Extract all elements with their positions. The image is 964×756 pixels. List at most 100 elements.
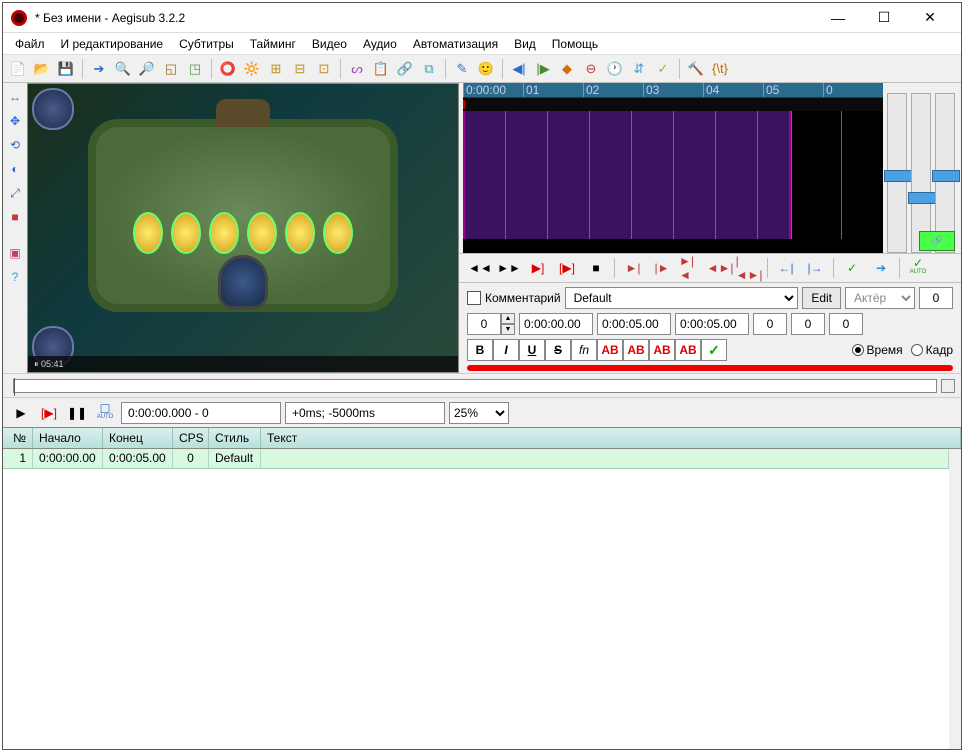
options-icon[interactable]: 🔨 bbox=[685, 58, 707, 80]
undo-icon[interactable]: ➔ bbox=[88, 58, 110, 80]
tags-cycle-icon[interactable]: {\t} bbox=[709, 58, 731, 80]
timing-post-icon[interactable]: ⊟ bbox=[289, 58, 311, 80]
translation-assistant-icon[interactable]: 📋 bbox=[370, 58, 392, 80]
menu-subtitles[interactable]: Субтитры bbox=[171, 35, 242, 53]
standard-tool-icon[interactable]: ↔ bbox=[5, 87, 25, 107]
video-jump-icon[interactable]: ⭕ bbox=[217, 58, 239, 80]
play-first-icon[interactable]: ►|◄ bbox=[678, 256, 704, 280]
zoom-select[interactable]: 25% bbox=[449, 402, 509, 424]
vertical-zoom-slider[interactable] bbox=[911, 93, 931, 253]
margin-left-field[interactable] bbox=[753, 313, 787, 335]
margin-vert-field[interactable] bbox=[829, 313, 863, 335]
help-tool-icon[interactable]: ? bbox=[5, 267, 25, 287]
find-icon[interactable]: 🔍 bbox=[112, 58, 134, 80]
new-file-icon[interactable]: 📄 bbox=[7, 58, 29, 80]
col-end[interactable]: Конец bbox=[103, 428, 173, 448]
export-icon[interactable]: ◱ bbox=[160, 58, 182, 80]
scale-tool-icon[interactable]: ⤢ bbox=[5, 183, 25, 203]
layer-up[interactable]: ▲ bbox=[501, 313, 515, 324]
col-number[interactable]: № bbox=[3, 428, 33, 448]
next-line-icon[interactable]: ➔ bbox=[868, 256, 894, 280]
end-time-field[interactable] bbox=[597, 313, 671, 335]
menu-timing[interactable]: Тайминг bbox=[242, 35, 304, 53]
menu-help[interactable]: Помощь bbox=[544, 35, 606, 53]
duration-field[interactable] bbox=[675, 313, 749, 335]
vector-clip-tool-icon[interactable]: ▣ bbox=[5, 243, 25, 263]
replace-icon[interactable]: 🔎 bbox=[136, 58, 158, 80]
drag-tool-icon[interactable]: ✥ bbox=[5, 111, 25, 131]
play-selection-icon[interactable]: ▶] bbox=[525, 256, 551, 280]
commit-text-button[interactable]: ✓ bbox=[701, 339, 727, 361]
commit-icon[interactable]: ✓ bbox=[839, 256, 865, 280]
select-lines-icon[interactable]: ✓ bbox=[652, 58, 674, 80]
play-line-video-button[interactable]: [▶] bbox=[37, 402, 61, 424]
play-next-icon[interactable]: ►► bbox=[496, 256, 522, 280]
menu-edit[interactable]: И редактирование bbox=[53, 35, 172, 53]
clip-tool-icon[interactable]: ■ bbox=[5, 207, 25, 227]
stop-icon[interactable]: ■ bbox=[583, 256, 609, 280]
resample-icon[interactable]: 🔗 bbox=[394, 58, 416, 80]
edit-style-button[interactable]: Edit bbox=[802, 287, 841, 309]
outline-color-button[interactable]: AB bbox=[649, 339, 675, 361]
play-prev-icon[interactable]: ◄◄ bbox=[467, 256, 493, 280]
maximize-button[interactable]: ☐ bbox=[861, 3, 907, 33]
shadow-color-button[interactable]: AB bbox=[675, 339, 701, 361]
play-video-button[interactable]: ▶ bbox=[9, 402, 33, 424]
font-name-button[interactable]: fn bbox=[571, 339, 597, 361]
col-start[interactable]: Начало bbox=[33, 428, 103, 448]
play-to-end-icon[interactable]: |◄►| bbox=[736, 256, 762, 280]
actor-combo[interactable]: Актёр bbox=[845, 287, 915, 309]
link-sliders-button[interactable]: 🔗 bbox=[919, 231, 955, 251]
close-button[interactable]: ✕ bbox=[907, 3, 953, 33]
play-last-icon[interactable]: ◄►| bbox=[707, 256, 733, 280]
frame-mode-radio[interactable]: Кадр bbox=[911, 343, 953, 357]
subtitle-grid[interactable]: 1 0:00:00.00 0:00:05.00 0 Default bbox=[3, 449, 961, 749]
auto-commit-button[interactable]: ✓AUTO bbox=[905, 256, 931, 280]
open-file-icon[interactable]: 📂 bbox=[31, 58, 53, 80]
attachments-icon[interactable]: ⧉ bbox=[418, 58, 440, 80]
pause-video-button[interactable]: ❚❚ bbox=[65, 402, 89, 424]
comment-checkbox[interactable] bbox=[467, 291, 481, 305]
rotate-xy-tool-icon[interactable]: ◐ bbox=[5, 159, 25, 179]
shift-times-icon[interactable]: ⊞ bbox=[265, 58, 287, 80]
start-time-field[interactable] bbox=[519, 313, 593, 335]
margin-right-field[interactable] bbox=[791, 313, 825, 335]
autoscroll-toggle[interactable]: ☐AUTO bbox=[93, 402, 117, 424]
kanji-timer-icon[interactable]: ⊡ bbox=[313, 58, 335, 80]
rotate-z-tool-icon[interactable]: ⟲ bbox=[5, 135, 25, 155]
underline-button[interactable]: U bbox=[519, 339, 545, 361]
menu-file[interactable]: Файл bbox=[7, 35, 53, 53]
properties-icon[interactable]: ◳ bbox=[184, 58, 206, 80]
style-combo[interactable]: Default bbox=[565, 287, 799, 309]
minimize-button[interactable]: — bbox=[815, 3, 861, 33]
time-mode-radio[interactable]: Время bbox=[852, 343, 903, 357]
subtitle-text-input[interactable] bbox=[467, 365, 953, 371]
horizontal-zoom-slider[interactable] bbox=[887, 93, 907, 253]
grid-scrollbar[interactable] bbox=[949, 449, 961, 749]
strikeout-button[interactable]: S bbox=[545, 339, 571, 361]
video-preview[interactable]: ⏸ 05:41 bbox=[27, 83, 459, 373]
seek-track[interactable] bbox=[13, 379, 937, 393]
video-position-field[interactable] bbox=[121, 402, 281, 424]
styling-assistant-icon[interactable]: ᔕ bbox=[346, 58, 368, 80]
fonts-collector-icon[interactable]: ✎ bbox=[451, 58, 473, 80]
seek-scroll-up[interactable] bbox=[941, 379, 955, 393]
spell-check-icon[interactable]: 🙂 bbox=[475, 58, 497, 80]
play-line-icon[interactable]: [▶] bbox=[554, 256, 580, 280]
menu-video[interactable]: Видео bbox=[304, 35, 355, 53]
sort-icon[interactable]: ⇵ bbox=[628, 58, 650, 80]
layer-down[interactable]: ▼ bbox=[501, 324, 515, 335]
menu-audio[interactable]: Аудио bbox=[355, 35, 405, 53]
col-style[interactable]: Стиль bbox=[209, 428, 261, 448]
bold-button[interactable]: B bbox=[467, 339, 493, 361]
keyframe-next-icon[interactable]: |▶ bbox=[532, 58, 554, 80]
lead-in-icon[interactable]: ←| bbox=[773, 256, 799, 280]
effect-field[interactable] bbox=[919, 287, 953, 309]
primary-color-button[interactable]: AB bbox=[597, 339, 623, 361]
zoom-in-icon[interactable]: 🔆 bbox=[241, 58, 263, 80]
snap-end-icon[interactable]: ⊖ bbox=[580, 58, 602, 80]
secondary-color-button[interactable]: AB bbox=[623, 339, 649, 361]
layer-field[interactable] bbox=[467, 313, 501, 335]
volume-slider[interactable] bbox=[935, 93, 955, 253]
col-text[interactable]: Текст bbox=[261, 428, 961, 448]
